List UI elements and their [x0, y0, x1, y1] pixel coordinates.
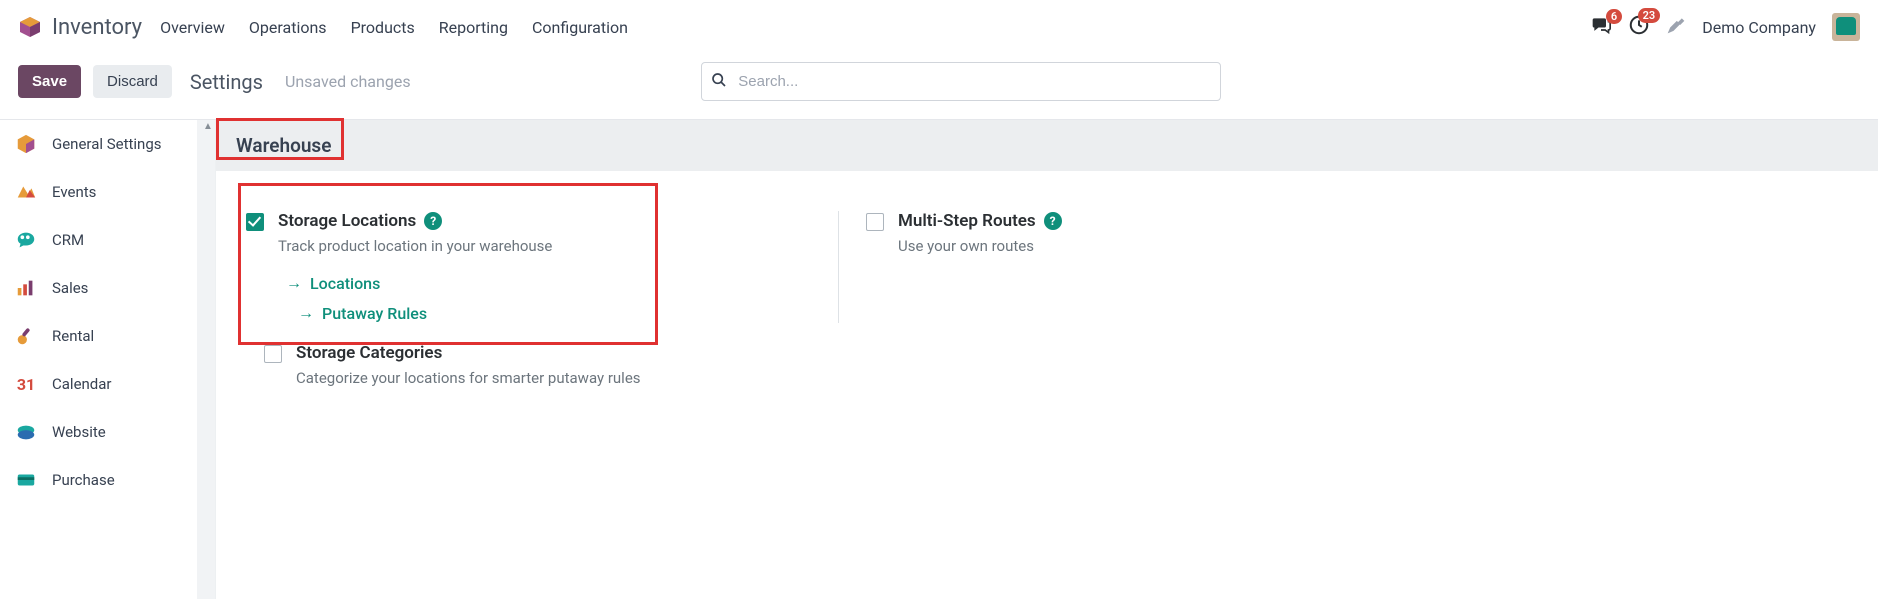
rental-icon [14, 324, 38, 348]
events-icon [14, 180, 38, 204]
link-label: Putaway Rules [322, 304, 427, 323]
breadcrumb: Settings [190, 70, 263, 94]
avatar[interactable] [1832, 13, 1860, 41]
topbar-right: 6 23 Demo Company [1590, 13, 1860, 41]
tools-icon[interactable] [1666, 15, 1686, 39]
link-label: Locations [310, 274, 380, 293]
setting-subtext: Categorize your locations for smarter pu… [296, 369, 804, 387]
settings-content: Warehouse Storage Locations ? Track prod… [216, 120, 1878, 599]
sidebar-item-label: Calendar [52, 375, 112, 393]
brand[interactable]: Inventory [18, 15, 142, 40]
nav-links: Overview Operations Products Reporting C… [160, 18, 628, 37]
sidebar-item-calendar[interactable]: 31 Calendar [0, 360, 215, 408]
activities-badge: 23 [1638, 8, 1661, 23]
help-icon[interactable]: ? [424, 212, 442, 230]
checkbox-storage-categories[interactable] [264, 345, 282, 363]
setting-multi-step-routes: Multi-Step Routes ? Use your own routes [866, 211, 1406, 323]
activities-icon[interactable]: 23 [1628, 14, 1650, 40]
hex-icon [14, 132, 38, 156]
arrow-right-icon: → [298, 303, 314, 323]
search-wrap [701, 62, 1221, 101]
sidebar-scrollbar[interactable]: ▲ [197, 120, 215, 599]
unsaved-status: Unsaved changes [285, 72, 411, 91]
search-icon [711, 72, 727, 92]
purchase-icon [14, 468, 38, 492]
messages-icon[interactable]: 6 [1590, 15, 1612, 39]
action-bar: Save Discard Settings Unsaved changes [0, 54, 1878, 119]
top-navbar: Inventory Overview Operations Products R… [0, 0, 1878, 54]
nav-products[interactable]: Products [351, 18, 415, 37]
sidebar-item-events[interactable]: Events [0, 168, 215, 216]
website-icon [14, 420, 38, 444]
sidebar-item-label: General Settings [52, 135, 162, 153]
company-switcher[interactable]: Demo Company [1702, 18, 1816, 37]
sidebar-item-label: CRM [52, 231, 84, 249]
sales-icon [14, 276, 38, 300]
nav-configuration[interactable]: Configuration [532, 18, 628, 37]
messages-badge: 6 [1606, 9, 1622, 24]
nav-operations[interactable]: Operations [249, 18, 327, 37]
section-header-warehouse: Warehouse [216, 120, 1878, 171]
app-title: Inventory [52, 15, 142, 40]
discard-button[interactable]: Discard [93, 65, 172, 98]
setting-title-label: Multi-Step Routes [898, 211, 1036, 231]
settings-row-1: Storage Locations ? Track product locati… [216, 171, 1878, 333]
setting-subtext: Use your own routes [898, 237, 1406, 255]
app-logo-icon [18, 15, 42, 39]
help-icon[interactable]: ? [1044, 212, 1062, 230]
sidebar-item-purchase[interactable]: Purchase [0, 456, 215, 504]
search-input[interactable] [701, 62, 1221, 101]
setting-subtext: Track product location in your warehouse [278, 237, 786, 255]
link-locations[interactable]: → Locations [286, 273, 786, 293]
link-putaway-rules[interactable]: → Putaway Rules [298, 303, 786, 323]
arrow-right-icon: → [286, 273, 302, 293]
main-layout: ▲ General Settings Events CRM Sales Rent… [0, 119, 1878, 599]
sidebar-item-rental[interactable]: Rental [0, 312, 215, 360]
sidebar-item-label: Website [52, 423, 106, 441]
sidebar-item-general-settings[interactable]: General Settings [0, 120, 215, 168]
sidebar-item-sales[interactable]: Sales [0, 264, 215, 312]
sidebar-item-crm[interactable]: CRM [0, 216, 215, 264]
sidebar-item-label: Rental [52, 327, 94, 345]
sidebar-item-label: Events [52, 183, 96, 201]
crm-icon [14, 228, 38, 252]
checkbox-multi-step-routes[interactable] [866, 213, 884, 231]
setting-title-label: Storage Locations [278, 211, 416, 231]
sidebar: ▲ General Settings Events CRM Sales Rent… [0, 120, 216, 599]
save-button[interactable]: Save [18, 65, 81, 98]
sidebar-item-label: Purchase [52, 471, 115, 489]
calendar-icon: 31 [14, 372, 38, 396]
checkbox-storage-locations[interactable] [246, 213, 264, 231]
settings-row-2: Storage Categories Categorize your locat… [216, 333, 1878, 397]
setting-title-label: Storage Categories [296, 343, 442, 363]
nav-overview[interactable]: Overview [160, 18, 225, 37]
section-title: Warehouse [236, 134, 331, 157]
sidebar-item-label: Sales [52, 279, 88, 297]
setting-storage-categories: Storage Categories Categorize your locat… [264, 343, 804, 387]
nav-reporting[interactable]: Reporting [439, 18, 508, 37]
sidebar-item-website[interactable]: Website [0, 408, 215, 456]
setting-storage-locations: Storage Locations ? Track product locati… [246, 211, 786, 323]
